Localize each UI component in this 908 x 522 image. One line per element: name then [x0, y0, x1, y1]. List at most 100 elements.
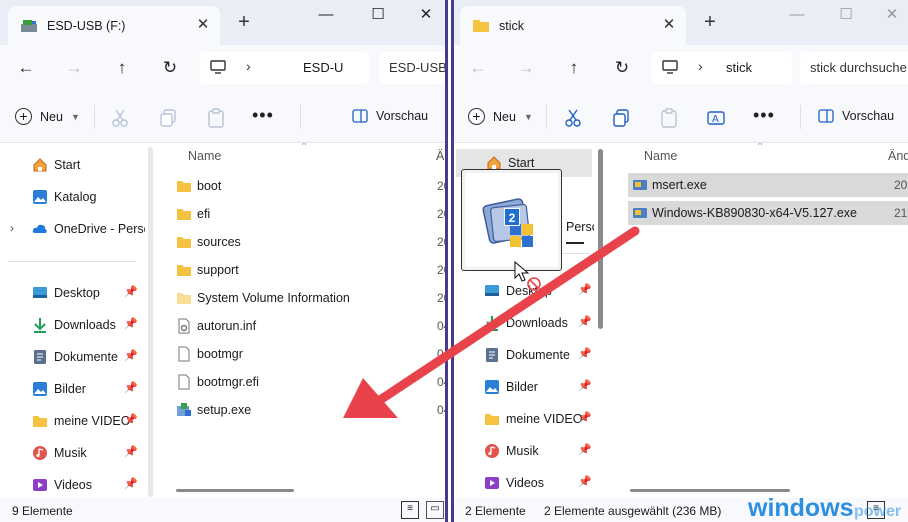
pin-icon[interactable]: 📌: [124, 285, 138, 298]
file-row-msert-exe[interactable]: msert.exe 20.0: [628, 173, 908, 197]
refresh-button[interactable]: ↻: [610, 56, 634, 80]
pin-icon[interactable]: 📌: [578, 283, 592, 296]
file-row-system-volume-information[interactable]: System Volume Information 20: [158, 286, 445, 310]
file-row-boot[interactable]: boot 20: [158, 174, 445, 198]
new-tab-button[interactable]: +: [700, 12, 720, 32]
music-icon: [33, 446, 47, 460]
preview-button[interactable]: Vorschau: [352, 109, 428, 123]
sidebar-item-bilder[interactable]: Bilder 📌: [0, 375, 145, 403]
folder-icon: [473, 19, 489, 32]
image-icon: [485, 380, 499, 394]
sidebar-scrollbar-track[interactable]: [148, 147, 153, 497]
pin-icon[interactable]: 📌: [124, 445, 138, 458]
sidebar-scrollbar[interactable]: [598, 149, 603, 329]
column-header-date[interactable]: Änd: [888, 149, 908, 163]
sidebar-item-desktop[interactable]: Desktop 📌: [454, 277, 594, 305]
maximize-button[interactable]: ☐: [366, 4, 390, 28]
sidebar-item-dokumente[interactable]: Dokumente 📌: [454, 341, 594, 369]
back-button[interactable]: ←: [466, 56, 490, 80]
file-row-efi[interactable]: efi 20: [158, 202, 445, 226]
sidebar-item-meine-video[interactable]: meine VIDEO 📌: [0, 407, 145, 435]
sidebar-item-musik[interactable]: Musik 📌: [454, 437, 594, 465]
horizontal-scrollbar[interactable]: [176, 489, 294, 492]
file-date: 20: [437, 179, 445, 193]
desktop-icon: [485, 285, 499, 296]
chevron-right-icon[interactable]: ›: [10, 221, 14, 235]
file-row-bootmgr-efi[interactable]: bootmgr.efi 04: [158, 370, 445, 394]
sidebar-item-label: Bilder: [506, 380, 538, 394]
maximize-button[interactable]: ☐: [834, 4, 858, 28]
pin-icon[interactable]: 📌: [124, 317, 138, 330]
file-row-bootmgr[interactable]: bootmgr 04: [158, 342, 445, 366]
column-header-name[interactable]: Name: [644, 149, 677, 163]
tiles-view-icon[interactable]: ▭: [426, 501, 444, 519]
minimize-button[interactable]: —: [785, 4, 809, 28]
pin-icon[interactable]: 📌: [578, 315, 592, 328]
file-date: 04: [437, 347, 445, 361]
close-tab-icon[interactable]: ✕: [194, 16, 212, 34]
breadcrumb-item[interactable]: ESD-U: [303, 60, 343, 75]
file-row-setup-exe[interactable]: setup.exe 04: [158, 398, 445, 422]
forward-button[interactable]: →: [62, 56, 86, 80]
cut-icon[interactable]: [110, 108, 130, 128]
pin-icon[interactable]: 📌: [578, 475, 592, 488]
sidebar-item-katalog[interactable]: Katalog: [0, 183, 145, 211]
close-window-button[interactable]: ✕: [414, 4, 438, 28]
column-header-date[interactable]: Ä: [436, 149, 444, 163]
rename-icon[interactable]: A: [706, 108, 726, 128]
search-input[interactable]: stick durchsuche: [800, 52, 908, 84]
pin-icon[interactable]: 📌: [124, 477, 138, 490]
column-header-name[interactable]: Name: [188, 149, 221, 163]
preview-button[interactable]: Vorschau: [818, 109, 894, 123]
sidebar-item-label: Bilder: [54, 382, 86, 396]
forward-button[interactable]: →: [514, 56, 538, 80]
breadcrumb[interactable]: › stick: [652, 52, 792, 84]
download-icon: [34, 318, 46, 333]
paste-icon[interactable]: [206, 108, 226, 128]
pin-icon[interactable]: 📌: [124, 381, 138, 394]
file-row-windows-kb890830[interactable]: Windows-KB890830-x64-V5.127.exe 21.0: [628, 201, 908, 225]
breadcrumb-item[interactable]: stick: [726, 60, 752, 75]
sidebar-item-musik[interactable]: Musik 📌: [0, 439, 145, 467]
search-input[interactable]: ESD-USB: [379, 52, 445, 84]
pin-icon[interactable]: 📌: [578, 411, 592, 424]
pin-icon[interactable]: 📌: [124, 349, 138, 362]
cut-icon[interactable]: [563, 108, 583, 128]
new-tab-button[interactable]: +: [234, 12, 254, 32]
pin-icon[interactable]: 📌: [578, 347, 592, 360]
new-button[interactable]: + Neu ▼: [468, 108, 533, 125]
back-button[interactable]: ←: [14, 56, 38, 80]
sidebar-item-videos[interactable]: Videos 📌: [0, 471, 145, 498]
sidebar-item-desktop[interactable]: Desktop 📌: [0, 279, 145, 307]
sidebar-item-onedrive[interactable]: › OneDrive - Perso: [0, 215, 145, 243]
file-row-support[interactable]: support 20: [158, 258, 445, 282]
copy-icon[interactable]: [158, 108, 178, 128]
sidebar-item-dokumente[interactable]: Dokumente 📌: [0, 343, 145, 371]
more-options-icon[interactable]: •••: [252, 105, 274, 126]
file-row-autorun-inf[interactable]: autorun.inf 04: [158, 314, 445, 338]
new-button[interactable]: + Neu ▼: [15, 108, 80, 125]
more-options-icon[interactable]: •••: [753, 105, 775, 126]
pin-icon[interactable]: 📌: [578, 443, 592, 456]
sidebar-item-meine-video[interactable]: meine VIDEO 📌: [454, 405, 594, 433]
sidebar-item-start[interactable]: Start: [0, 151, 145, 179]
paste-icon[interactable]: [659, 108, 679, 128]
pin-icon[interactable]: 📌: [124, 413, 138, 426]
minimize-button[interactable]: —: [314, 4, 338, 28]
close-tab-icon[interactable]: ✕: [660, 16, 678, 34]
details-view-icon[interactable]: ≡: [401, 501, 419, 519]
copy-icon[interactable]: [611, 108, 631, 128]
up-button[interactable]: ↑: [562, 56, 586, 80]
up-button[interactable]: ↑: [110, 56, 134, 80]
refresh-button[interactable]: ↻: [158, 56, 182, 80]
sidebar-item-downloads[interactable]: Downloads 📌: [454, 309, 594, 337]
sidebar-item-bilder[interactable]: Bilder 📌: [454, 373, 594, 401]
sidebar-item-videos[interactable]: Videos 📌: [454, 469, 594, 497]
file-row-sources[interactable]: sources 20: [158, 230, 445, 254]
tab-stick[interactable]: stick ✕: [460, 6, 686, 45]
close-window-button[interactable]: ✕: [880, 4, 904, 28]
pin-icon[interactable]: 📌: [578, 379, 592, 392]
tab-esd-usb[interactable]: ESD-USB (F:) ✕: [8, 6, 220, 45]
sidebar-item-downloads[interactable]: Downloads 📌: [0, 311, 145, 339]
breadcrumb[interactable]: › ESD-U: [200, 52, 370, 84]
